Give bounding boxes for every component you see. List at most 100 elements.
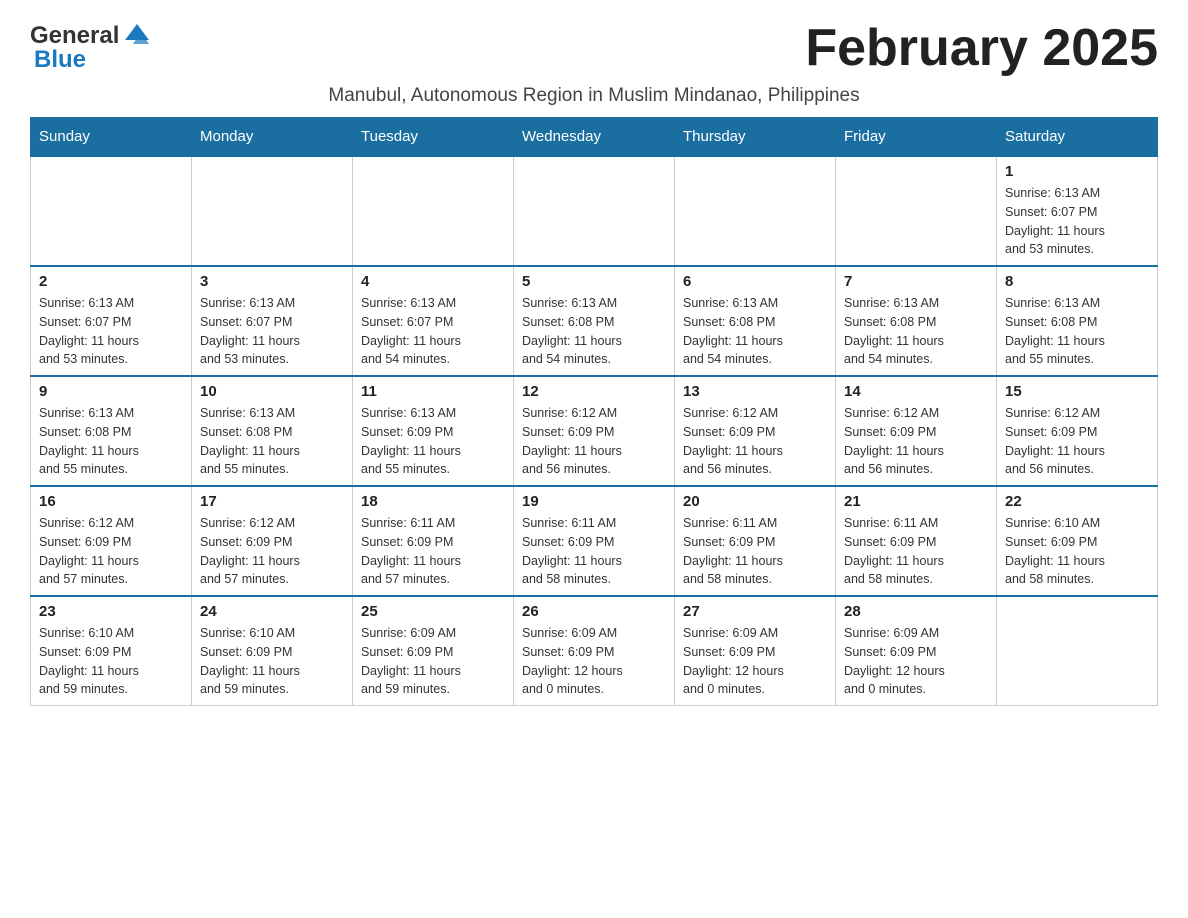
calendar-cell: 7 Sunrise: 6:13 AM Sunset: 6:08 PM Daylig… xyxy=(836,266,997,376)
day-info: Sunrise: 6:13 AM Sunset: 6:07 PM Dayligh… xyxy=(1005,184,1149,259)
col-header-sunday: Sunday xyxy=(31,118,192,157)
day-number: 26 xyxy=(522,603,666,620)
day-number: 6 xyxy=(683,273,827,290)
calendar-cell xyxy=(192,156,353,266)
day-number: 2 xyxy=(39,273,183,290)
day-number: 24 xyxy=(200,603,344,620)
day-number: 10 xyxy=(200,383,344,400)
calendar-cell: 3 Sunrise: 6:13 AM Sunset: 6:07 PM Daylig… xyxy=(192,266,353,376)
title-area: February 2025 xyxy=(805,20,1158,77)
day-number: 3 xyxy=(200,273,344,290)
day-info: Sunrise: 6:13 AM Sunset: 6:09 PM Dayligh… xyxy=(361,404,505,479)
calendar-cell xyxy=(31,156,192,266)
calendar-cell: 11 Sunrise: 6:13 AM Sunset: 6:09 PM Dayli… xyxy=(353,376,514,486)
calendar-cell: 26 Sunrise: 6:09 AM Sunset: 6:09 PM Dayli… xyxy=(514,596,675,706)
calendar-cell: 14 Sunrise: 6:12 AM Sunset: 6:09 PM Dayli… xyxy=(836,376,997,486)
day-number: 16 xyxy=(39,493,183,510)
calendar-cell: 15 Sunrise: 6:12 AM Sunset: 6:09 PM Dayli… xyxy=(997,376,1158,486)
calendar-cell: 21Sunrise: 6:11 AM Sunset: 6:09 PM Dayli… xyxy=(836,486,997,596)
calendar-cell: 25 Sunrise: 6:09 AM Sunset: 6:09 PM Dayli… xyxy=(353,596,514,706)
day-number: 28 xyxy=(844,603,988,620)
day-number: 22 xyxy=(1005,493,1149,510)
header: General Blue February 2025 xyxy=(30,20,1158,77)
logo: General Blue xyxy=(30,20,153,74)
day-info: Sunrise: 6:09 AM Sunset: 6:09 PM Dayligh… xyxy=(522,624,666,699)
week-row-1: 1 Sunrise: 6:13 AM Sunset: 6:07 PM Daylig… xyxy=(31,156,1158,266)
day-info: Sunrise: 6:09 AM Sunset: 6:09 PM Dayligh… xyxy=(844,624,988,699)
week-row-3: 9 Sunrise: 6:13 AM Sunset: 6:08 PM Daylig… xyxy=(31,376,1158,486)
day-info: Sunrise: 6:13 AM Sunset: 6:07 PM Dayligh… xyxy=(200,294,344,369)
calendar-cell xyxy=(997,596,1158,706)
col-header-monday: Monday xyxy=(192,118,353,157)
calendar-cell: 10 Sunrise: 6:13 AM Sunset: 6:08 PM Dayli… xyxy=(192,376,353,486)
day-number: 23 xyxy=(39,603,183,620)
day-number: 13 xyxy=(683,383,827,400)
calendar-cell: 16 Sunrise: 6:12 AM Sunset: 6:09 PM Dayli… xyxy=(31,486,192,596)
day-info: Sunrise: 6:12 AM Sunset: 6:09 PM Dayligh… xyxy=(844,404,988,479)
col-header-wednesday: Wednesday xyxy=(514,118,675,157)
col-header-friday: Friday xyxy=(836,118,997,157)
day-number: 27 xyxy=(683,603,827,620)
day-number: 19 xyxy=(522,493,666,510)
header-row: SundayMondayTuesdayWednesdayThursdayFrid… xyxy=(31,118,1158,157)
day-info: Sunrise: 6:13 AM Sunset: 6:08 PM Dayligh… xyxy=(1005,294,1149,369)
day-info: Sunrise: 6:13 AM Sunset: 6:08 PM Dayligh… xyxy=(39,404,183,479)
day-number: 14 xyxy=(844,383,988,400)
day-number: 9 xyxy=(39,383,183,400)
day-number: 5 xyxy=(522,273,666,290)
day-info: Sunrise: 6:13 AM Sunset: 6:08 PM Dayligh… xyxy=(200,404,344,479)
month-year-title: February 2025 xyxy=(805,20,1158,77)
day-number: 21 xyxy=(844,493,988,510)
subtitle-text: Manubul, Autonomous Region in Muslim Min… xyxy=(328,85,859,106)
calendar-cell: 28 Sunrise: 6:09 AM Sunset: 6:09 PM Dayli… xyxy=(836,596,997,706)
col-header-saturday: Saturday xyxy=(997,118,1158,157)
calendar-cell: 18 Sunrise: 6:11 AM Sunset: 6:09 PM Dayli… xyxy=(353,486,514,596)
calendar-cell: 19Sunrise: 6:11 AM Sunset: 6:09 PM Dayli… xyxy=(514,486,675,596)
week-row-2: 2 Sunrise: 6:13 AM Sunset: 6:07 PM Daylig… xyxy=(31,266,1158,376)
calendar-cell: 9 Sunrise: 6:13 AM Sunset: 6:08 PM Daylig… xyxy=(31,376,192,486)
day-info: Sunrise: 6:13 AM Sunset: 6:08 PM Dayligh… xyxy=(683,294,827,369)
calendar-cell xyxy=(675,156,836,266)
calendar-cell xyxy=(353,156,514,266)
day-number: 20 xyxy=(683,493,827,510)
calendar-cell: 5 Sunrise: 6:13 AM Sunset: 6:08 PM Daylig… xyxy=(514,266,675,376)
day-info: Sunrise: 6:12 AM Sunset: 6:09 PM Dayligh… xyxy=(200,514,344,589)
day-info: Sunrise: 6:12 AM Sunset: 6:09 PM Dayligh… xyxy=(1005,404,1149,479)
calendar-table: SundayMondayTuesdayWednesdayThursdayFrid… xyxy=(30,117,1158,706)
day-number: 8 xyxy=(1005,273,1149,290)
calendar-cell: 8 Sunrise: 6:13 AM Sunset: 6:08 PM Daylig… xyxy=(997,266,1158,376)
day-number: 18 xyxy=(361,493,505,510)
day-number: 7 xyxy=(844,273,988,290)
day-info: Sunrise: 6:11 AM Sunset: 6:09 PM Dayligh… xyxy=(361,514,505,589)
day-info: Sunrise: 6:10 AM Sunset: 6:09 PM Dayligh… xyxy=(39,624,183,699)
day-info: Sunrise: 6:13 AM Sunset: 6:08 PM Dayligh… xyxy=(844,294,988,369)
calendar-cell: 17 Sunrise: 6:12 AM Sunset: 6:09 PM Dayli… xyxy=(192,486,353,596)
calendar-cell: 4Sunrise: 6:13 AM Sunset: 6:07 PM Daylig… xyxy=(353,266,514,376)
calendar-cell: 6 Sunrise: 6:13 AM Sunset: 6:08 PM Daylig… xyxy=(675,266,836,376)
calendar-cell: 22 Sunrise: 6:10 AM Sunset: 6:09 PM Dayli… xyxy=(997,486,1158,596)
col-header-tuesday: Tuesday xyxy=(353,118,514,157)
day-number: 15 xyxy=(1005,383,1149,400)
calendar-cell: 24 Sunrise: 6:10 AM Sunset: 6:09 PM Dayli… xyxy=(192,596,353,706)
day-info: Sunrise: 6:13 AM Sunset: 6:07 PM Dayligh… xyxy=(361,294,505,369)
day-info: Sunrise: 6:13 AM Sunset: 6:08 PM Dayligh… xyxy=(522,294,666,369)
logo-blue-text: Blue xyxy=(34,46,86,74)
col-header-thursday: Thursday xyxy=(675,118,836,157)
day-info: Sunrise: 6:12 AM Sunset: 6:09 PM Dayligh… xyxy=(39,514,183,589)
day-number: 1 xyxy=(1005,163,1149,180)
day-info: Sunrise: 6:10 AM Sunset: 6:09 PM Dayligh… xyxy=(1005,514,1149,589)
day-info: Sunrise: 6:09 AM Sunset: 6:09 PM Dayligh… xyxy=(361,624,505,699)
day-number: 17 xyxy=(200,493,344,510)
day-number: 25 xyxy=(361,603,505,620)
calendar-cell: 12Sunrise: 6:12 AM Sunset: 6:09 PM Dayli… xyxy=(514,376,675,486)
calendar-cell: 2Sunrise: 6:13 AM Sunset: 6:07 PM Daylig… xyxy=(31,266,192,376)
day-number: 12 xyxy=(522,383,666,400)
calendar-cell: 23 Sunrise: 6:10 AM Sunset: 6:09 PM Dayli… xyxy=(31,596,192,706)
calendar-cell: 13Sunrise: 6:12 AM Sunset: 6:09 PM Dayli… xyxy=(675,376,836,486)
calendar-cell: 1 Sunrise: 6:13 AM Sunset: 6:07 PM Daylig… xyxy=(997,156,1158,266)
logo-icon xyxy=(121,20,153,52)
subtitle-container: Manubul, Autonomous Region in Muslim Min… xyxy=(30,85,1158,107)
day-number: 11 xyxy=(361,383,505,400)
day-info: Sunrise: 6:10 AM Sunset: 6:09 PM Dayligh… xyxy=(200,624,344,699)
week-row-5: 23 Sunrise: 6:10 AM Sunset: 6:09 PM Dayli… xyxy=(31,596,1158,706)
